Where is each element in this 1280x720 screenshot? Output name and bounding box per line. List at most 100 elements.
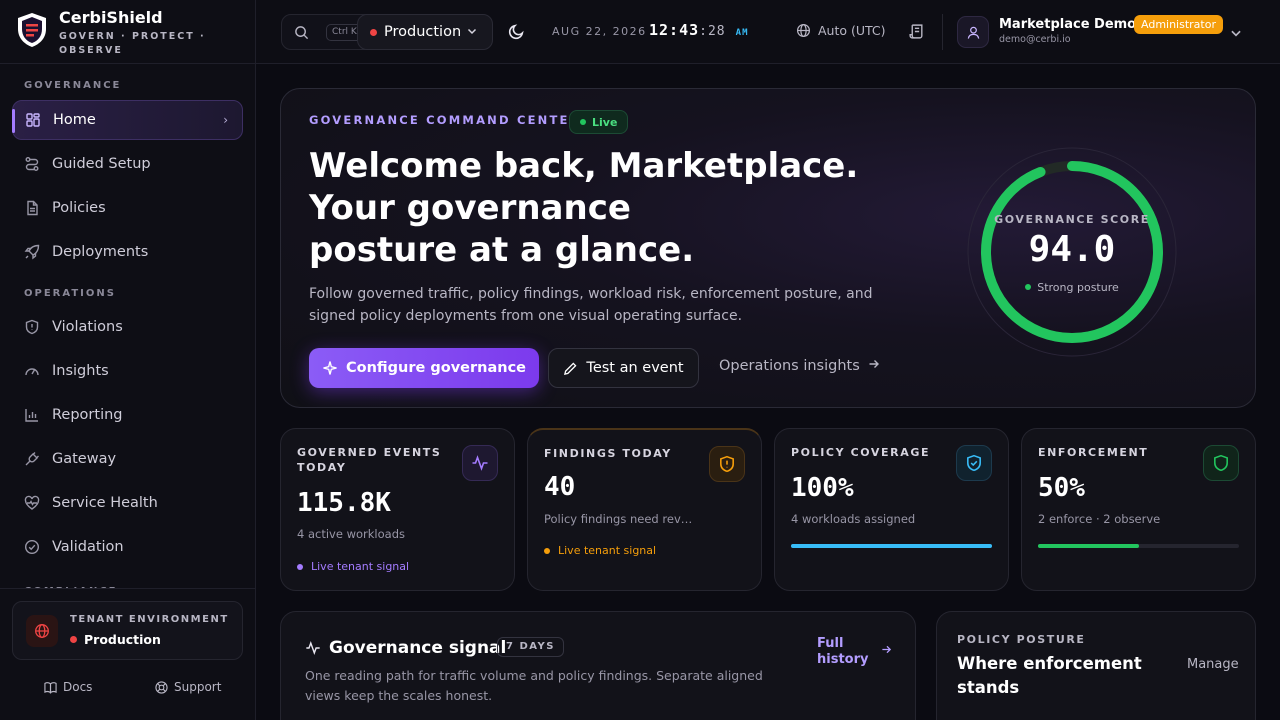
divider	[942, 14, 943, 50]
sidebar-item-label: Reporting	[52, 407, 123, 423]
stat-subtext: 2 enforce · 2 observe	[1038, 512, 1161, 526]
arrow-right-icon	[881, 644, 892, 660]
docs-label: Docs	[63, 680, 93, 694]
clock-ampm: AM	[735, 28, 749, 38]
enforcement-progress-fill	[1038, 544, 1139, 548]
tenant-value: Production	[70, 632, 161, 647]
brand-tagline: GOVERN · PROTECT · OBSERVE	[59, 31, 206, 56]
headline-line-2: Your governance	[309, 188, 631, 228]
brand-name: CerbiShield	[59, 8, 163, 27]
stat-value: 100%	[791, 473, 854, 503]
section-label: POLICY POSTURE	[957, 633, 1086, 646]
stat-label: GOVERNED EVENTS TODAY	[297, 446, 442, 474]
shield-alert-icon	[24, 319, 40, 335]
test-event-button[interactable]: Test an event	[548, 348, 699, 388]
sidebar-item-label: Deployments	[52, 244, 149, 260]
clock: 12:43:28 AM	[649, 21, 749, 39]
gauge-icon	[24, 363, 40, 379]
support-link[interactable]: Support	[155, 680, 221, 694]
sidebar-item-deployments[interactable]: Deployments	[12, 232, 243, 272]
sidebar-item-label: Guided Setup	[52, 156, 151, 172]
brand[interactable]: CerbiShield GOVERN · PROTECT · OBSERVE	[14, 6, 244, 62]
environment-selector[interactable]: Production	[357, 14, 493, 50]
full-history-line-2: history	[817, 652, 869, 667]
sidebar-item-policies[interactable]: Policies	[12, 188, 243, 228]
signal-text: Live tenant signal	[311, 560, 410, 573]
sidebar-item-gateway[interactable]: Gateway	[12, 439, 243, 479]
sidebar-item-label: Service Health	[52, 495, 158, 511]
stat-card-policy-coverage[interactable]: POLICY COVERAGE 100% 4 workloads assigne…	[774, 428, 1009, 591]
live-signal: Live tenant signal	[544, 544, 656, 557]
range-badge[interactable]: 7 DAYS	[497, 637, 564, 657]
section-title: Where enforcement stands	[957, 654, 1142, 697]
tenant-environment-card[interactable]: TENANT ENVIRONMENT Production	[12, 601, 243, 660]
heart-pulse-icon	[24, 495, 40, 511]
manage-link[interactable]: Manage	[1187, 657, 1239, 672]
test-event-label: Test an event	[586, 360, 684, 376]
section-governance: GOVERNANCE	[24, 80, 122, 91]
divider	[0, 588, 256, 589]
shield-check-icon	[956, 445, 992, 481]
grid-icon	[25, 112, 41, 128]
configure-governance-button[interactable]: Configure governance	[309, 348, 539, 388]
hero-description: Follow governed traffic, policy findings…	[309, 286, 873, 324]
section-operations: OPERATIONS	[24, 288, 116, 299]
arrow-right-icon	[868, 358, 880, 374]
activity-icon	[305, 640, 321, 660]
enforcement-progress	[1038, 544, 1239, 548]
scroll-icon[interactable]	[908, 23, 925, 44]
chevron-down-icon[interactable]	[1229, 25, 1243, 44]
live-signal: Live tenant signal	[297, 560, 409, 573]
sidebar-item-service-health[interactable]: Service Health	[12, 483, 243, 523]
sidebar-item-violations[interactable]: Violations	[12, 307, 243, 347]
stat-label: ENFORCEMENT	[1038, 446, 1149, 459]
route-icon	[24, 156, 40, 172]
user-name[interactable]: Marketplace Demo	[999, 17, 1136, 32]
hero-kicker: GOVERNANCE COMMAND CENTER	[309, 113, 581, 127]
bar-chart-icon	[24, 407, 40, 423]
topbar: Ctrl K Production AUG 22, 2026 12:43:28 …	[256, 0, 1280, 64]
stat-label: FINDINGS TODAY	[544, 447, 672, 460]
sidebar-item-reporting[interactable]: Reporting	[12, 395, 243, 435]
divider	[0, 63, 256, 64]
sidebar-item-label: Validation	[52, 539, 124, 555]
activity-icon	[462, 445, 498, 481]
operations-insights-label: Operations insights	[719, 358, 860, 374]
stat-subtext: Policy findings need review	[544, 512, 694, 526]
timezone-selector[interactable]: Auto (UTC)	[796, 23, 886, 38]
sidebar-item-guided-setup[interactable]: Guided Setup	[12, 144, 243, 184]
lifebuoy-icon	[155, 680, 168, 694]
sidebar-item-label: Insights	[52, 363, 109, 379]
page-title: Welcome back, Marketplace. Your governan…	[309, 145, 929, 271]
sidebar-item-insights[interactable]: Insights	[12, 351, 243, 391]
signal-dot	[544, 547, 550, 554]
pencil-icon	[564, 362, 577, 375]
full-history-link[interactable]: Full history	[817, 636, 892, 668]
status-dot	[1025, 284, 1032, 290]
avatar[interactable]	[957, 16, 989, 48]
score-value: 94.0	[1028, 229, 1116, 270]
live-label: Live	[592, 115, 618, 129]
docs-link[interactable]: Docs	[44, 680, 92, 694]
sidebar-item-home[interactable]: Home ›	[12, 100, 243, 140]
live-dot	[580, 119, 586, 125]
tenant-label: TENANT ENVIRONMENT	[70, 614, 229, 625]
stat-card-enforcement[interactable]: ENFORCEMENT 50% 2 enforce · 2 observe	[1021, 428, 1256, 591]
status-dot	[370, 28, 377, 36]
sidebar-item-validation[interactable]: Validation	[12, 527, 243, 567]
stat-card-governed-events[interactable]: GOVERNED EVENTS TODAY 115.8K 4 active wo…	[280, 428, 515, 591]
moon-icon[interactable]	[508, 23, 525, 44]
stat-subtext: 4 workloads assigned	[791, 512, 916, 526]
governance-score-gauge: GOVERNANCE SCORE 94.0 Strong posture	[967, 147, 1177, 357]
role-badge: Administrator	[1134, 15, 1223, 34]
stat-card-findings[interactable]: FINDINGS TODAY 40 Policy findings need r…	[527, 428, 762, 591]
live-badge: Live	[569, 110, 629, 134]
score-status-text: Strong posture	[1037, 281, 1119, 294]
sidebar-item-label: Gateway	[52, 451, 117, 467]
governance-signal-card: Governance signal 7 DAYS One reading pat…	[280, 611, 916, 720]
headline-line-3: posture at a glance.	[309, 230, 695, 270]
policy-posture-card: POLICY POSTURE Where enforcement stands …	[936, 611, 1256, 720]
signal-text: Live tenant signal	[558, 544, 657, 557]
operations-insights-link[interactable]: Operations insights	[719, 358, 880, 374]
sidebar-item-label: Violations	[52, 319, 123, 335]
